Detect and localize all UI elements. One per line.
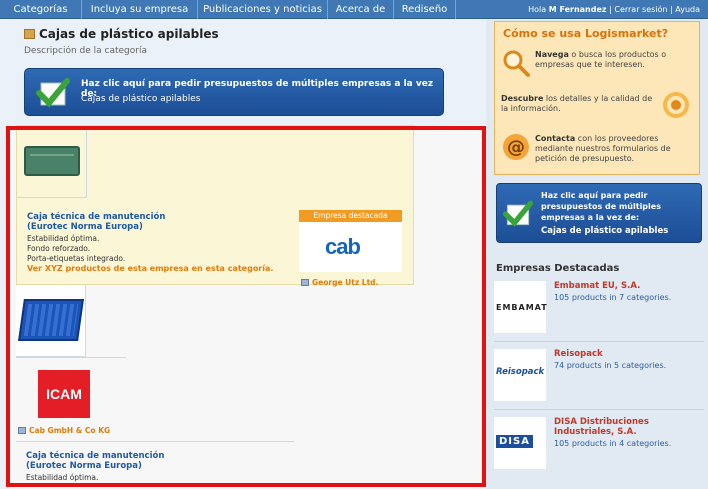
product-item: Caja técnica de manutención (Eurotec Nor… (16, 125, 414, 287)
company-product-count[interactable]: 105 products in 7 categories. (554, 293, 671, 302)
cta-text: Haz clic aquí para pedir presupuestos de… (541, 191, 661, 222)
blue-tray-image (18, 299, 84, 341)
step-contact: @ Contacta con los proveedores mediante … (495, 130, 699, 172)
at-sign-icon: @ (503, 134, 529, 160)
target-icon (663, 92, 689, 118)
checkmark-icon (502, 200, 534, 227)
divider (16, 441, 294, 442)
company-icon (301, 279, 309, 286)
company-name[interactable]: Reisopack (554, 349, 702, 359)
company-name[interactable]: Embamat EU, S.A. (554, 281, 702, 291)
featured-company: EMBAMAT Embamat EU, S.A. 105 products in… (494, 277, 704, 343)
how-to-title: Cómo se usa Logismarket? (503, 27, 669, 40)
step-navigate: Navega o busca los productos o empresas … (495, 46, 699, 82)
divider (494, 341, 704, 342)
product-title[interactable]: Caja técnica de manutención (Eurotec Nor… (26, 451, 164, 471)
category-description: Descripción de la categoría (24, 46, 147, 56)
company-link[interactable]: George Utz Ltd. (301, 278, 378, 287)
company-link[interactable]: Cab GmbH & Co KG (18, 426, 110, 435)
company-logo-icam[interactable]: ICAM (38, 370, 90, 418)
help-link[interactable]: Ayuda (675, 5, 700, 14)
product-title[interactable]: Caja técnica de manutención (Eurotec Nor… (27, 212, 165, 232)
tab-rediseno[interactable]: Rediseño (394, 0, 456, 19)
checkmark-icon (36, 78, 70, 108)
request-quotes-banner[interactable]: Haz clic aquí para pedir presupuestos de… (24, 68, 444, 116)
product-listing: Caja técnica de manutención (Eurotec Nor… (10, 125, 488, 489)
user-bar: Hola M Fernandez | Cerrar sesión | Ayuda (528, 5, 700, 14)
page-title-text: Cajas de plástico apilables (39, 27, 219, 41)
user-greeting: Hola (528, 5, 547, 14)
step-discover: Descubre los detalles y la calidad de la… (495, 90, 699, 126)
product-features: Estabilidad óptima. (26, 473, 99, 482)
featured-companies-heading: Empresas Destacadas (496, 263, 620, 274)
more-products-link[interactable]: Ver XYZ productos de esta empresa en est… (27, 264, 273, 273)
company-logo-reisopack[interactable]: Reisopack (494, 349, 546, 401)
tab-publicaciones[interactable]: Publicaciones y noticias (198, 0, 328, 19)
request-quotes-sidebar-button[interactable]: Haz clic aquí para pedir presupuestos de… (496, 183, 702, 243)
page-title: Cajas de plástico apilables (24, 27, 219, 41)
user-name[interactable]: M Fernandez (549, 5, 607, 14)
tab-incluya-su-empresa[interactable]: Incluya su empresa (82, 0, 198, 19)
main-content: Cajas de plástico apilables Descripción … (0, 19, 488, 489)
company-logo-disa[interactable]: DISA (494, 417, 546, 469)
company-name[interactable]: DISA Distribuciones Industriales, S.A. (554, 417, 702, 437)
right-sidebar: Cómo se usa Logismarket? Navega o busca … (486, 19, 708, 489)
tab-acerca-de[interactable]: Acerca de (328, 0, 394, 19)
company-logo-block: ICAM Cab GmbH & Co KG (16, 357, 126, 441)
product-features: Estabilidad óptima. Fondo reforzado. Por… (27, 234, 126, 263)
cta-category: Cajas de plástico apilables (541, 226, 669, 236)
box-icon (24, 29, 35, 39)
tab-categorias[interactable]: Categorías (0, 0, 82, 19)
featured-company-badge: Empresa destacada (299, 210, 402, 222)
green-crate-image (24, 146, 80, 176)
featured-company: DISA DISA Distribuciones Industriales, S… (494, 413, 704, 479)
featured-company: Reisopack Reisopack 74 products in 5 cat… (494, 345, 704, 411)
company-product-count[interactable]: 74 products in 5 categories. (554, 361, 666, 370)
company-logo-embamat[interactable]: EMBAMAT (494, 281, 547, 333)
company-logo-cab[interactable]: cab (299, 222, 402, 272)
cta-category: Cajas de plástico apilables (81, 94, 201, 104)
company-icon (18, 427, 26, 434)
company-product-count[interactable]: 105 products in 4 categories. (554, 439, 671, 448)
top-navigation: Categorías Incluya su empresa Publicacio… (0, 0, 708, 19)
product-thumbnail[interactable] (17, 126, 87, 198)
magnifier-icon (503, 50, 530, 77)
divider (494, 409, 704, 410)
product-thumbnail[interactable] (16, 285, 86, 357)
how-to-box: Cómo se usa Logismarket? Navega o busca … (494, 21, 700, 175)
logout-link[interactable]: Cerrar sesión (614, 5, 667, 14)
svg-text:@: @ (507, 137, 525, 158)
